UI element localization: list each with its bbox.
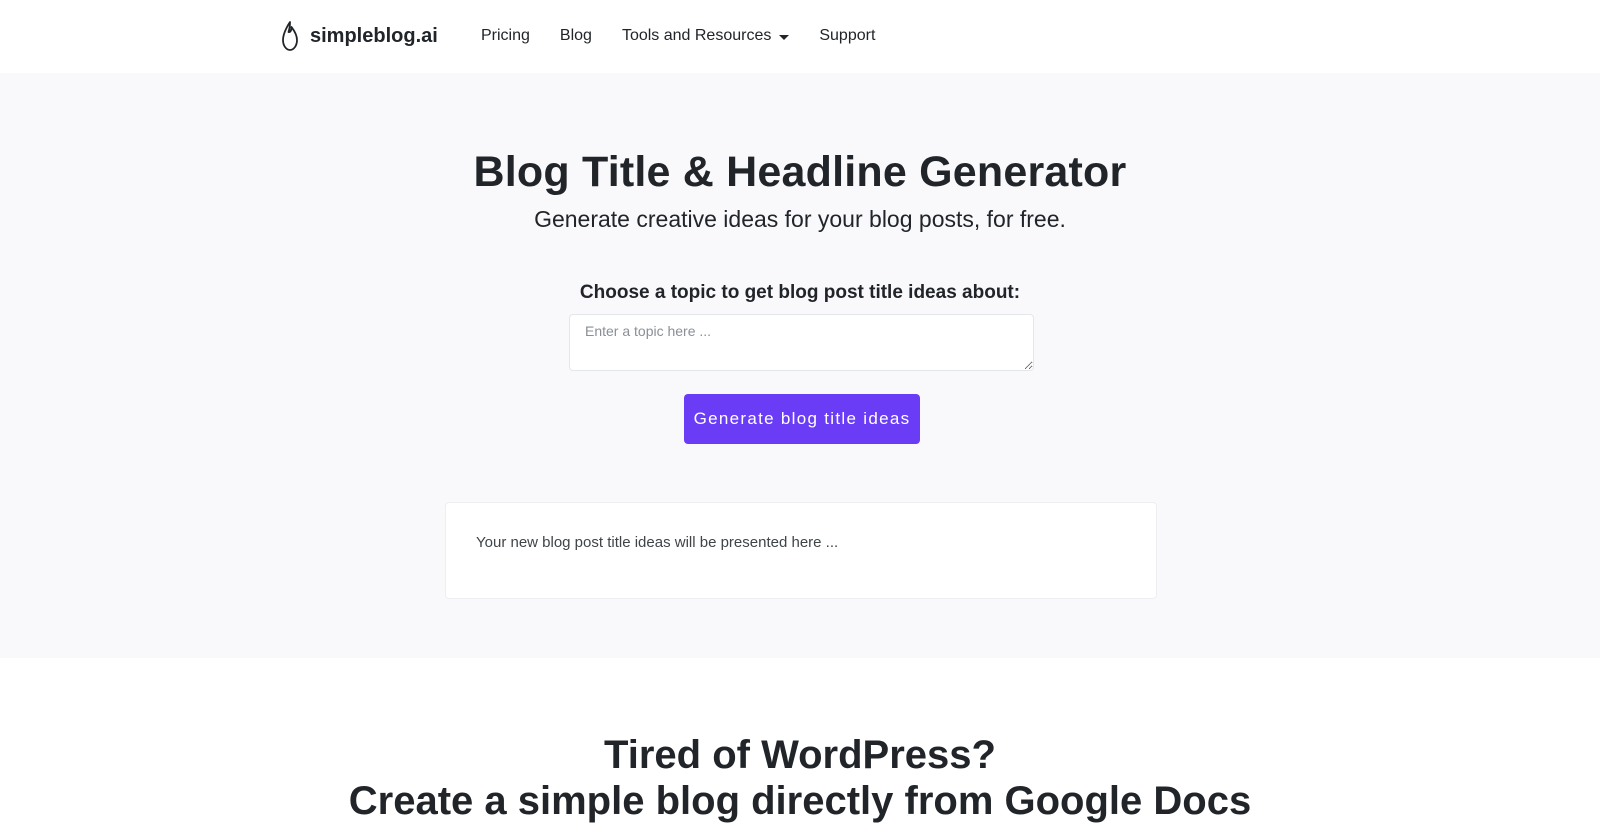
nav-tools-dropdown[interactable]: Tools and Resources: [607, 27, 804, 45]
generate-titles-button[interactable]: Generate blog title ideas: [684, 394, 920, 444]
nav-support-link[interactable]: Support: [804, 27, 890, 45]
caret-down-icon: [779, 34, 790, 40]
nav-pricing-link[interactable]: Pricing: [466, 27, 545, 45]
nav-tools-label: Tools and Resources: [621, 27, 772, 44]
topic-input[interactable]: [569, 314, 1034, 371]
section-subheading: Create a simple blog directly from Googl…: [348, 779, 1252, 823]
section-heading: Tired of WordPress?: [604, 733, 996, 777]
results-placeholder: Your new blog post title ideas will be p…: [476, 534, 839, 551]
nav-blog-link[interactable]: Blog: [545, 27, 607, 45]
flame-drop-icon: [282, 21, 298, 51]
topic-label: Choose a topic to get blog post title id…: [579, 282, 1021, 303]
results-panel: Your new blog post title ideas will be p…: [445, 502, 1157, 599]
hero-section: Blog Title & Headline Generator Generate…: [0, 73, 1600, 658]
top-navbar: simpleblog.ai Pricing Blog Tools and Res…: [0, 0, 1600, 73]
page-title: Blog Title & Headline Generator: [473, 148, 1127, 196]
brand-name: simpleblog.ai: [310, 24, 438, 47]
brand-home-link[interactable]: simpleblog.ai: [280, 20, 438, 52]
page-subtitle: Generate creative ideas for your blog po…: [534, 206, 1066, 232]
nav-links: Pricing Blog Tools and Resources Support: [466, 24, 890, 48]
